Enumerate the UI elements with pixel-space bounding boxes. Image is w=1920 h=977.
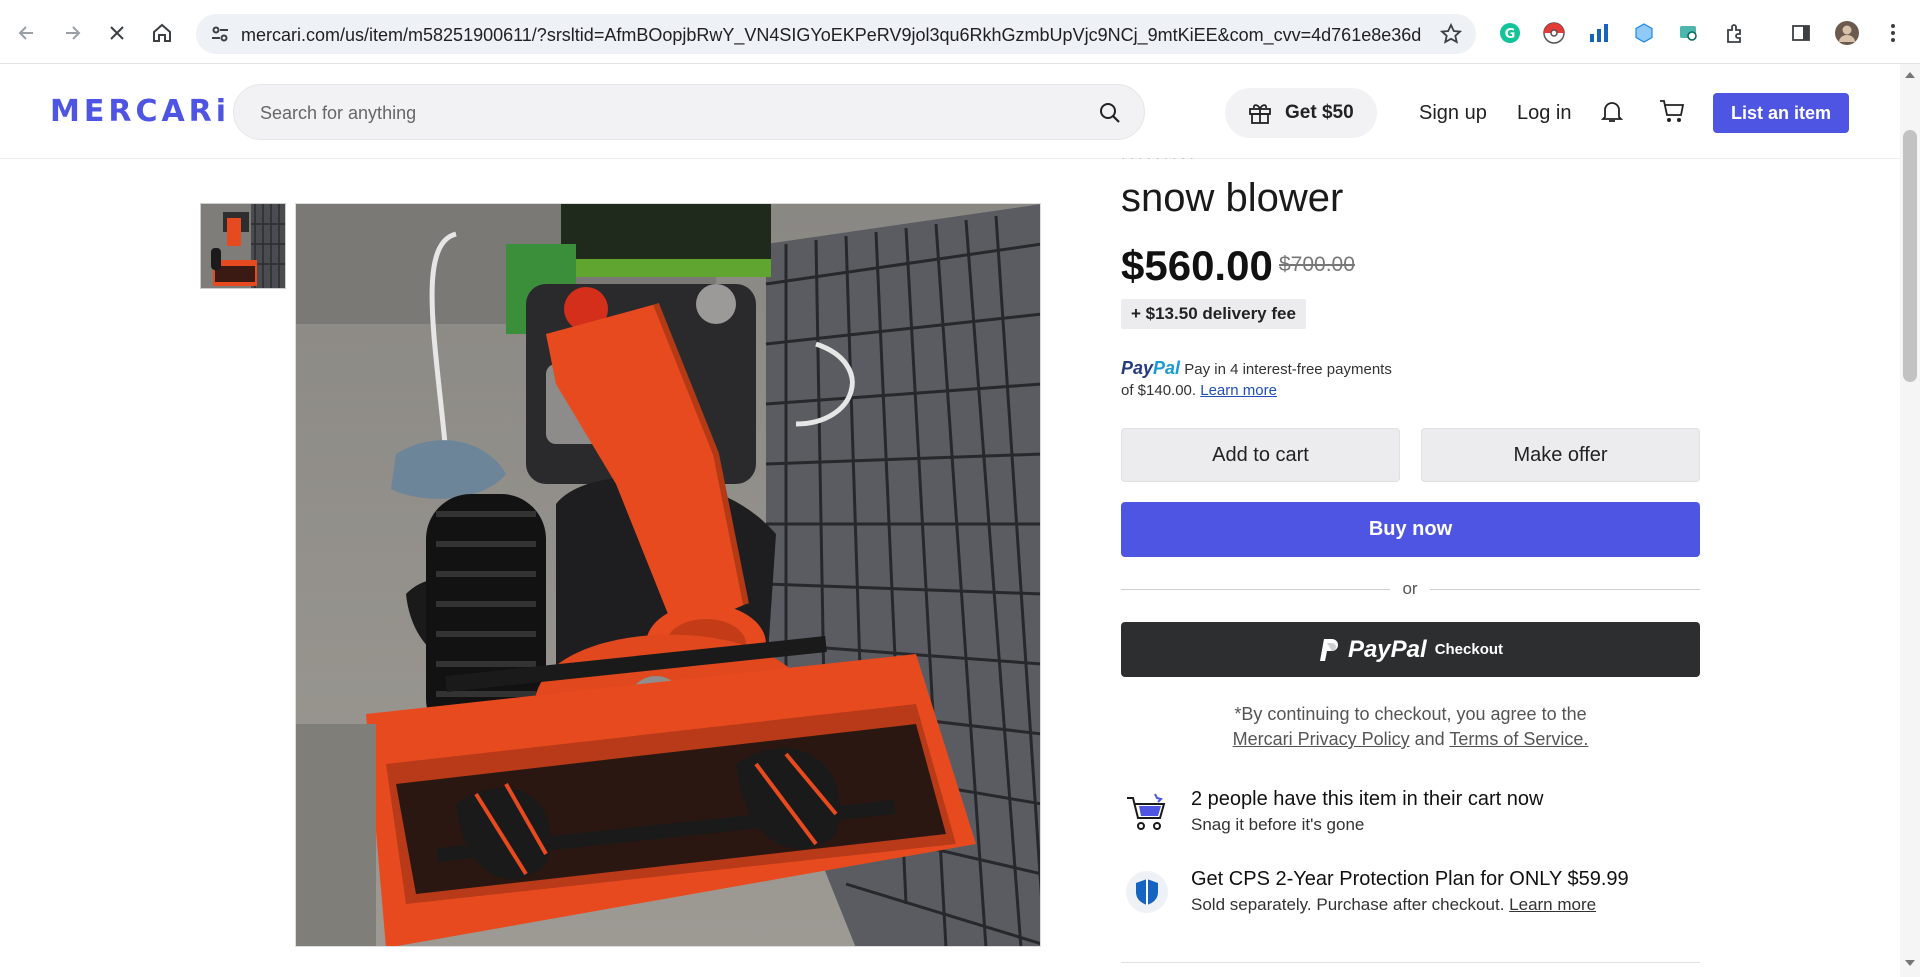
terms-of-service-link[interactable]: Terms of Service.: [1449, 729, 1588, 749]
close-icon: [110, 26, 124, 40]
back-arrow-icon: [18, 26, 33, 40]
paypal-installments-text: Pay in 4 interest-free payments: [1184, 361, 1392, 378]
cart-demand-promo: 2 people have this item in their cart no…: [1121, 788, 1721, 840]
profile-avatar[interactable]: [1834, 20, 1860, 46]
section-divider: [1121, 962, 1700, 963]
cart-icon[interactable]: [1657, 96, 1687, 126]
forward-arrow-icon: [66, 26, 81, 40]
shopping-cart-icon: [1125, 790, 1169, 834]
product-main-image[interactable]: [295, 203, 1041, 947]
pokeball-extension-icon[interactable]: [1541, 20, 1567, 46]
paypal-logo-pal: Pal: [1153, 358, 1181, 378]
extensions-puzzle-icon[interactable]: [1722, 20, 1748, 46]
product-price: $560.00: [1121, 242, 1273, 289]
forward-button[interactable]: [57, 18, 87, 48]
protection-plan-promo: Get CPS 2-Year Protection Plan for ONLY …: [1121, 868, 1721, 920]
shield-icon: [1125, 870, 1169, 914]
scroll-down-arrow-icon[interactable]: [1905, 960, 1915, 966]
site-settings-icon[interactable]: [210, 24, 230, 49]
globe-extension-icon[interactable]: [1631, 20, 1657, 46]
search-extension-icon[interactable]: [1676, 20, 1702, 46]
search-bar[interactable]: [233, 84, 1145, 140]
paypal-checkout-label: Checkout: [1434, 641, 1504, 658]
protection-plan-subtitle-text: Sold separately. Purchase after checkout…: [1191, 895, 1505, 914]
paypal-checkout-button[interactable]: PayPal Checkout: [1121, 622, 1700, 677]
grammarly-extension-icon[interactable]: G: [1497, 20, 1523, 46]
cart-demand-subtitle: Snag it before it's gone: [1191, 815, 1365, 834]
paypal-checkout-logo-text: PayPal: [1347, 635, 1427, 663]
privacy-policy-link[interactable]: Mercari Privacy Policy: [1233, 729, 1410, 749]
analytics-extension-icon[interactable]: [1586, 20, 1612, 46]
side-panel-icon[interactable]: [1788, 20, 1814, 46]
make-offer-button[interactable]: Make offer: [1421, 428, 1700, 482]
search-icon[interactable]: [1098, 101, 1122, 130]
buy-now-button[interactable]: Buy now: [1121, 502, 1700, 557]
paypal-p-icon: [1319, 638, 1338, 661]
product-title: snow blower: [1121, 176, 1344, 220]
delivery-fee-badge: + $13.50 delivery fee: [1121, 299, 1306, 329]
svg-text:G: G: [1505, 27, 1516, 42]
or-divider-label: or: [1390, 579, 1430, 599]
paypal-learn-more-link[interactable]: Learn more: [1200, 382, 1277, 399]
terms-and: and: [1414, 729, 1445, 749]
protection-plan-title: Get CPS 2-Year Protection Plan for ONLY …: [1191, 868, 1629, 890]
list-an-item-button[interactable]: List an item: [1713, 93, 1849, 133]
get-reward-label: Get $50: [1285, 102, 1354, 123]
get-reward-button[interactable]: Get $50: [1225, 88, 1377, 138]
search-input[interactable]: [260, 100, 1080, 126]
stop-loading-button[interactable]: [102, 18, 132, 48]
browser-toolbar: mercari.com/us/item/m58251900611/?srslti…: [0, 0, 1920, 64]
original-price: $700.00: [1279, 253, 1355, 276]
mercari-logo[interactable]: MERCARi: [50, 94, 230, 129]
breadcrumb-cut: · · · · · · · · ·: [1121, 150, 1195, 159]
terms-prefix: *By continuing to checkout, you agree to…: [1234, 704, 1587, 724]
cart-demand-title: 2 people have this item in their cart no…: [1191, 788, 1544, 810]
gallery-thumbnail[interactable]: [200, 203, 286, 289]
bell-icon[interactable]: [1597, 96, 1627, 126]
paypal-logo-pay: Pay: [1121, 358, 1154, 378]
browser-menu-icon[interactable]: [1880, 20, 1906, 46]
scroll-up-arrow-icon[interactable]: [1905, 72, 1915, 78]
log-in-link[interactable]: Log in: [1517, 102, 1572, 125]
home-button[interactable]: [147, 18, 177, 48]
sign-up-link[interactable]: Sign up: [1419, 102, 1487, 125]
bookmark-star-icon[interactable]: [1439, 22, 1463, 50]
paypal-installments-info: PayPal Pay in 4 interest-free payments o…: [1121, 358, 1392, 401]
protection-plan-learn-more-link[interactable]: Learn more: [1509, 895, 1596, 914]
address-bar[interactable]: mercari.com/us/item/m58251900611/?srslti…: [196, 14, 1476, 54]
gift-icon: [1249, 104, 1271, 124]
page-scrollbar[interactable]: [1900, 64, 1920, 977]
add-to-cart-button[interactable]: Add to cart: [1121, 428, 1400, 482]
checkout-terms: *By continuing to checkout, you agree to…: [1121, 702, 1700, 752]
scrollbar-thumb[interactable]: [1903, 130, 1917, 382]
protection-plan-subtitle: Sold separately. Purchase after checkout…: [1191, 895, 1596, 915]
paypal-logo: PayPal: [1121, 358, 1180, 378]
back-button[interactable]: [12, 18, 42, 48]
home-icon: [153, 23, 171, 42]
paypal-installment-amount: of $140.00.: [1121, 382, 1197, 399]
url-text[interactable]: mercari.com/us/item/m58251900611/?srslti…: [241, 25, 1421, 46]
site-header: MERCARi Get $50 Sign up Log in List an i…: [0, 64, 1900, 159]
